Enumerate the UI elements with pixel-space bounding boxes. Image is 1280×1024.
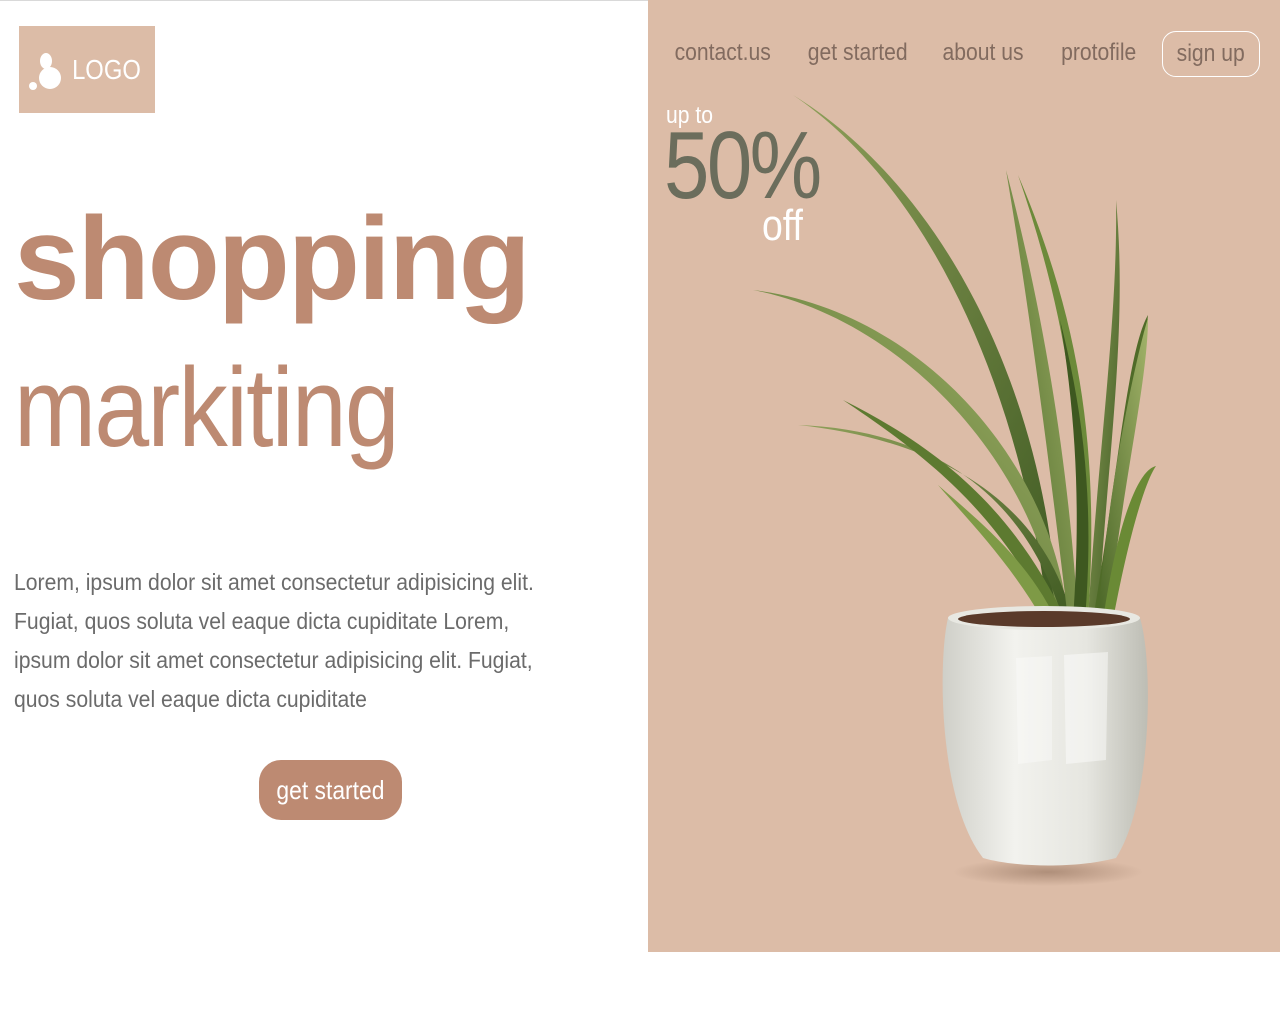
nav-contact-us[interactable]: contact.us <box>668 30 777 76</box>
sign-up-button[interactable]: sign up <box>1162 31 1260 77</box>
hero-title-bold: shopping <box>14 193 531 325</box>
get-started-button[interactable]: get started <box>259 760 402 820</box>
nav-about-us-label: about us <box>942 39 1024 66</box>
sign-up-button-label: sign up <box>1176 40 1246 67</box>
nav-get-started[interactable]: get started <box>801 30 914 76</box>
hero-description: Lorem, ipsum dolor sit amet consectetur … <box>14 569 534 712</box>
logo-mark-icon <box>28 52 61 90</box>
nav-contact-us-label: contact.us <box>674 39 771 66</box>
top-divider <box>0 0 648 1</box>
nav-portfolio[interactable]: protofile <box>1056 30 1141 76</box>
promo-percent: 50% <box>664 112 822 219</box>
get-started-button-label: get started <box>276 774 385 805</box>
hero-title-light: markiting <box>14 345 400 470</box>
nav-about-us[interactable]: about us <box>937 30 1029 76</box>
logo-text: LOGO <box>71 53 141 85</box>
logo[interactable]: LOGO <box>19 26 155 113</box>
nav-get-started-label: get started <box>807 39 908 66</box>
plant-pot <box>942 606 1148 866</box>
nav-portfolio-label: protofile <box>1061 39 1137 66</box>
landing-page: LOGO shopping markiting Lorem, ipsum dol… <box>0 0 1280 1024</box>
promo-suffix: off <box>762 201 803 250</box>
